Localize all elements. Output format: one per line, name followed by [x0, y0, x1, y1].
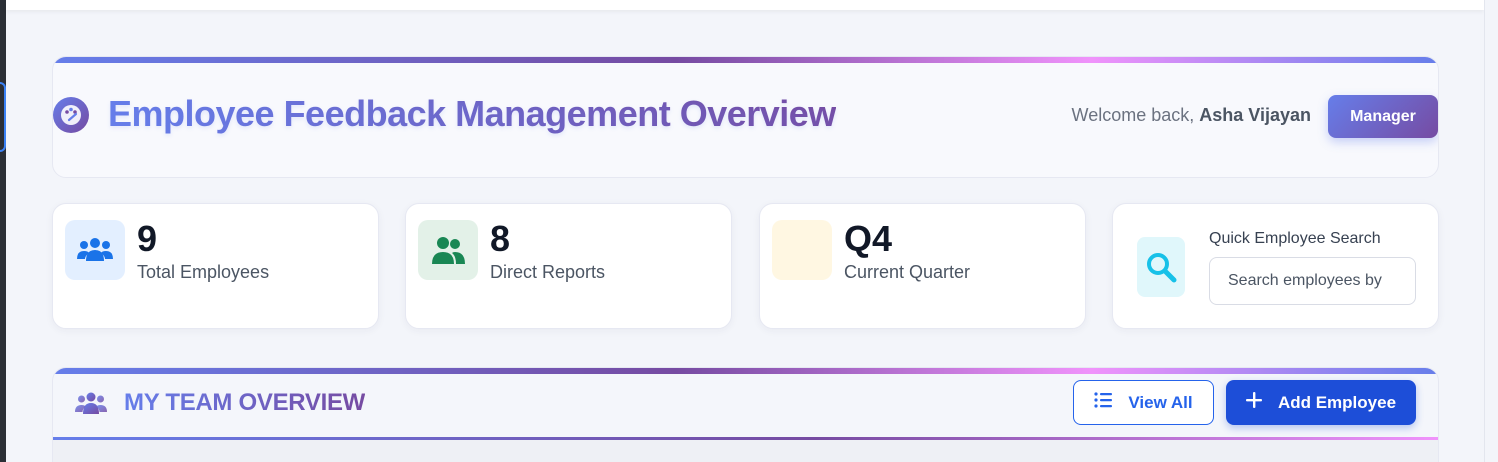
stat-card-total-employees: 9 Total Employees	[52, 203, 379, 329]
welcome-text: Welcome back, Asha Vijayan	[1072, 105, 1311, 126]
calendar-icon	[772, 220, 832, 280]
stat-card-current-quarter: Q4 Current Quarter	[759, 203, 1086, 329]
add-employee-label: Add Employee	[1277, 392, 1397, 412]
user-name: Asha Vijayan	[1199, 105, 1311, 125]
stat-value: 8	[490, 218, 511, 259]
user-friends-icon	[418, 220, 478, 280]
team-overview-section: MY TEAM OVERVIEW View All Add Employee	[52, 367, 1439, 462]
stat-value: 9	[137, 218, 158, 259]
scrollbar[interactable]	[1484, 0, 1498, 462]
stat-value: Q4	[844, 218, 893, 259]
search-title: Quick Employee Search	[1209, 230, 1381, 247]
search-icon	[1137, 237, 1185, 297]
header-card: Employee Feedback Management Overview We…	[52, 56, 1439, 178]
team-list-area	[53, 440, 1438, 462]
team-gradient-bar	[53, 368, 1438, 374]
stat-card-direct-reports: 8 Direct Reports	[405, 203, 732, 329]
top-bar	[6, 0, 1484, 10]
stat-label: Current Quarter	[844, 262, 971, 282]
users-icon	[65, 220, 125, 280]
stat-label: Total Employees	[137, 262, 270, 282]
view-all-label: View All	[1128, 392, 1193, 412]
role-badge[interactable]: Manager	[1328, 95, 1438, 138]
header-gradient-bar	[53, 57, 1438, 63]
palette-icon	[53, 97, 89, 133]
team-section-title: MY TEAM OVERVIEW	[124, 389, 366, 416]
search-card: Quick Employee Search	[1112, 203, 1439, 329]
add-employee-button[interactable]: Add Employee	[1226, 380, 1416, 425]
search-input[interactable]	[1209, 257, 1416, 305]
welcome-prefix: Welcome back,	[1071, 105, 1195, 125]
team-icon	[75, 390, 107, 416]
view-all-button[interactable]: View All	[1073, 380, 1214, 425]
plus-icon	[1245, 392, 1262, 413]
side-tab[interactable]	[0, 82, 6, 152]
window-left-edge	[0, 0, 6, 462]
list-icon	[1094, 392, 1113, 413]
page-title: Employee Feedback Management Overview	[108, 93, 836, 134]
stat-label: Direct Reports	[490, 262, 606, 282]
